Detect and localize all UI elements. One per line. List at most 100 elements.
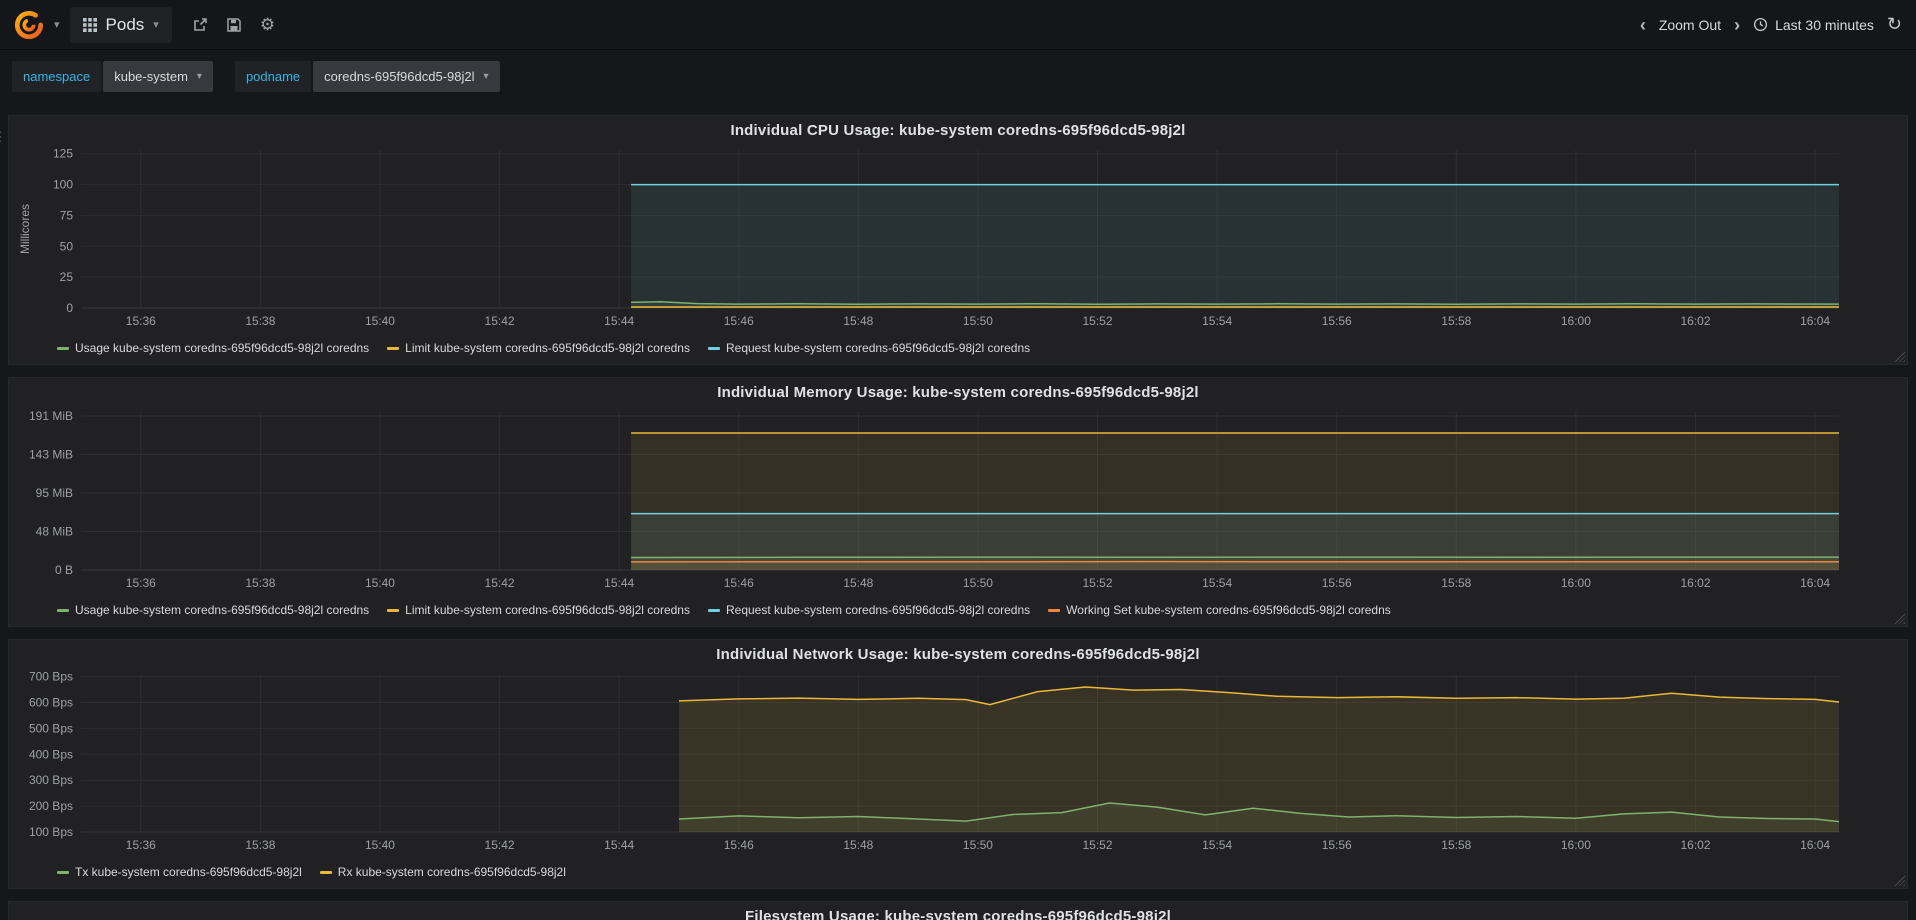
svg-text:15:44: 15:44 [604,314,634,328]
zoom-out-button[interactable]: Zoom Out [1659,17,1721,33]
legend-series-swatch [1048,608,1061,612]
svg-text:15:46: 15:46 [724,314,754,328]
svg-text:95 MiB: 95 MiB [36,486,73,500]
svg-text:15:42: 15:42 [485,576,515,590]
svg-text:16:00: 16:00 [1561,314,1591,328]
svg-text:15:54: 15:54 [1202,838,1232,852]
legend-series-swatch [319,870,332,874]
legend-series-label: Limit kube-system coredns-695f96dcd5-98j… [405,341,690,355]
svg-text:15:54: 15:54 [1202,576,1232,590]
network-usage-chart[interactable]: 100 Bps 200 Bps 300 Bps 400 Bps 500 Bps 600 B… [17,666,1899,862]
caret-down-icon: ▾ [196,71,202,82]
variable-podname-label[interactable]: podname [234,61,312,92]
legend-item[interactable]: Usage kube-system coredns-695f96dcd5-98j… [57,341,369,355]
legend-item[interactable]: Working Set kube-system coredns-695f96dc… [1048,603,1391,617]
legend-item[interactable]: Request kube-system coredns-695f96dcd5-9… [707,603,1030,617]
svg-text:25: 25 [60,270,74,284]
svg-text:15:50: 15:50 [963,838,993,852]
grafana-logo-icon [14,10,44,39]
svg-text:16:02: 16:02 [1680,314,1710,328]
svg-text:15:38: 15:38 [245,314,275,328]
gear-icon[interactable]: ⚙ [260,16,275,33]
svg-text:15:46: 15:46 [724,838,754,852]
time-forward-chevron-icon[interactable]: › [1734,16,1740,34]
dashboard-caret-icon: ▾ [153,19,159,31]
svg-text:700 Bps: 700 Bps [29,670,73,684]
panel-title[interactable]: Individual CPU Usage: kube-system coredn… [17,120,1899,142]
svg-text:15:48: 15:48 [843,576,873,590]
legend-series-swatch [57,346,69,350]
panel-title[interactable]: Filesystem Usage: kube-system coredns-69… [17,906,1899,920]
panel-title[interactable]: Individual Network Usage: kube-system co… [17,644,1899,666]
variable-namespace-label[interactable]: namespace [12,61,102,92]
legend-item[interactable]: Limit kube-system coredns-695f96dcd5-98j… [387,603,690,617]
svg-text:15:38: 15:38 [245,838,275,852]
svg-text:15:50: 15:50 [963,314,993,328]
svg-text:50: 50 [60,239,74,253]
dashboard-picker[interactable]: Pods ▾ [69,6,172,43]
svg-text:15:46: 15:46 [724,576,754,590]
svg-text:15:36: 15:36 [126,314,156,328]
svg-text:15:56: 15:56 [1322,314,1352,328]
legend-series-swatch [707,346,720,350]
legend-series-swatch [707,608,720,612]
panel-title[interactable]: Individual Memory Usage: kube-system cor… [17,382,1899,404]
svg-text:15:42: 15:42 [485,314,515,328]
legend-item[interactable]: Rx kube-system coredns-695f96dcd5-98j2l [319,865,566,879]
panel-cpu: Individual CPU Usage: kube-system coredn… [8,115,1908,365]
variable-podname-value[interactable]: coredns-695f96dcd5-98j2l ▾ [313,61,500,92]
legend-series-swatch [57,608,69,612]
legend-series-swatch [387,608,400,612]
variable-podname: podname coredns-695f96dcd5-98j2l ▾ [234,61,500,92]
svg-text:15:36: 15:36 [126,576,156,590]
variable-namespace-value[interactable]: kube-system ▾ [103,61,213,92]
svg-text:15:42: 15:42 [485,838,515,852]
dashboard-title: Pods [105,14,145,34]
dashboard-body: ⋮ Individual CPU Usage: kube-system core… [0,115,1916,920]
legend-series-label: Working Set kube-system coredns-695f96dc… [1066,603,1391,617]
svg-text:500 Bps: 500 Bps [29,721,73,735]
svg-text:0 B: 0 B [55,563,73,577]
svg-text:15:58: 15:58 [1441,314,1471,328]
svg-text:16:00: 16:00 [1561,838,1591,852]
svg-text:300 Bps: 300 Bps [29,773,73,787]
save-icon[interactable] [226,17,242,33]
svg-text:0: 0 [66,301,73,315]
legend-item[interactable]: Limit kube-system coredns-695f96dcd5-98j… [387,341,690,355]
memory-legend: Usage kube-system coredns-695f96dcd5-98j… [17,600,1899,620]
caret-down-icon: ▾ [483,71,489,82]
logo-dropdown-caret[interactable]: ▾ [54,18,60,31]
svg-text:15:44: 15:44 [604,576,634,590]
panel-filesystem: Filesystem Usage: kube-system coredns-69… [8,901,1908,920]
dashboards-grid-icon [82,17,97,32]
svg-text:16:04: 16:04 [1800,576,1830,590]
time-range-picker[interactable]: Last 30 minutes [1753,17,1874,33]
legend-item[interactable]: Request kube-system coredns-695f96dcd5-9… [707,341,1031,355]
row-drag-handle-icon[interactable]: ⋮ [0,129,7,145]
cpu-usage-chart[interactable]: 0 25 50 75 100 125 15:36 15:38 15:40 15:42 15:44 15… [17,142,1899,338]
svg-text:16:04: 16:04 [1800,314,1830,328]
svg-text:15:52: 15:52 [1083,314,1113,328]
legend-series-label: Request kube-system coredns-695f96dcd5-9… [725,341,1031,355]
panel-network: Individual Network Usage: kube-system co… [8,639,1908,889]
svg-text:15:52: 15:52 [1083,838,1113,852]
cpu-legend: Usage kube-system coredns-695f96dcd5-98j… [17,338,1899,358]
legend-item[interactable]: Usage kube-system coredns-695f96dcd5-98j… [57,603,369,617]
memory-usage-chart[interactable]: 0 B 48 MiB 95 MiB 143 MiB 191 MiB 15:36 15:38 1… [17,404,1899,600]
svg-text:15:36: 15:36 [126,838,156,852]
svg-text:200 Bps: 200 Bps [29,799,73,813]
legend-item[interactable]: Tx kube-system coredns-695f96dcd5-98j2l [57,865,302,879]
clock-icon [1753,17,1768,32]
refresh-icon[interactable]: ↻ [1887,14,1902,35]
svg-text:15:40: 15:40 [365,576,395,590]
svg-text:125: 125 [53,147,73,161]
grafana-logo[interactable] [14,10,44,40]
share-icon[interactable] [192,17,208,33]
svg-text:15:40: 15:40 [365,314,395,328]
svg-text:15:58: 15:58 [1441,576,1471,590]
svg-text:15:58: 15:58 [1441,838,1471,852]
panel-memory: Individual Memory Usage: kube-system cor… [8,377,1908,627]
svg-text:100 Bps: 100 Bps [29,825,73,839]
time-back-chevron-icon[interactable]: ‹ [1640,16,1646,34]
variable-podname-value-text: coredns-695f96dcd5-98j2l [324,69,475,84]
